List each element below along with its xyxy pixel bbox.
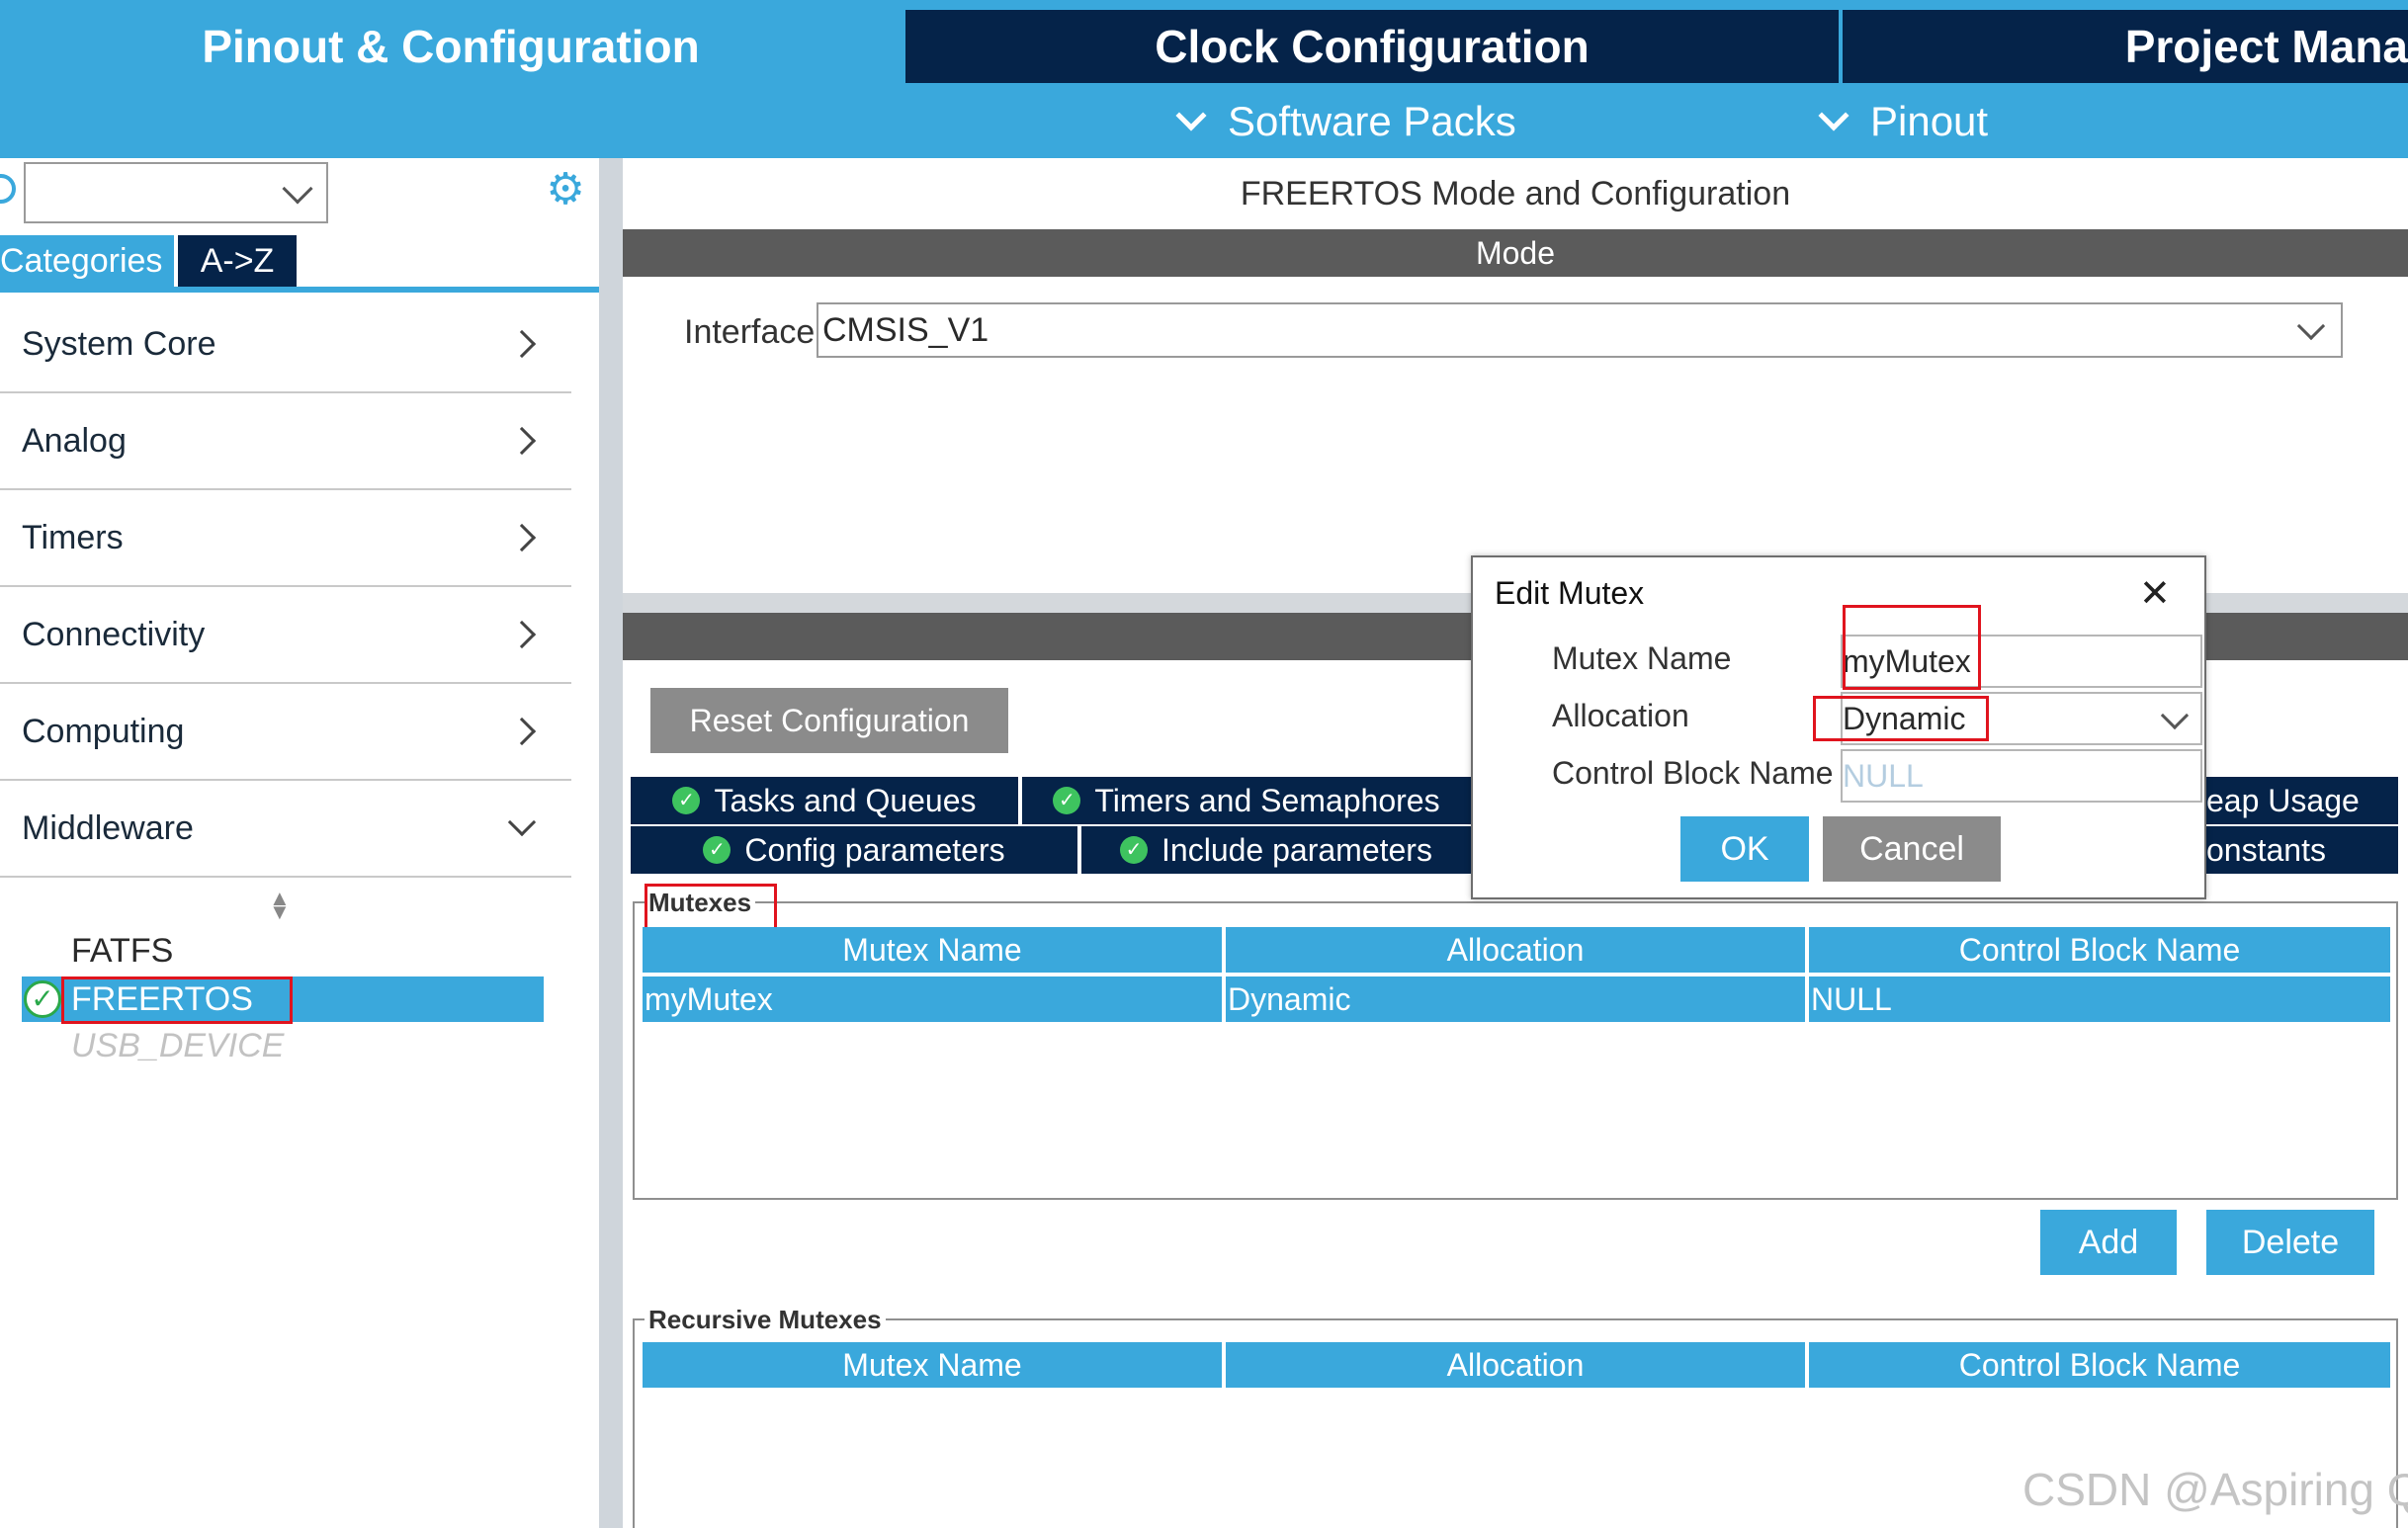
tab-a-z[interactable]: A->Z xyxy=(178,235,297,287)
tab-label: Include parameters xyxy=(1161,831,1432,868)
middleware-item-fatfs[interactable]: FATFS xyxy=(71,929,173,973)
category-connectivity[interactable]: Connectivity xyxy=(0,587,571,684)
recursive-mutexes-legend: Recursive Mutexes xyxy=(645,1305,886,1335)
chevron-down-icon xyxy=(507,807,537,837)
sort-icon[interactable]: ▲ ▼ xyxy=(269,888,291,923)
tab-timers-and-semaphores[interactable]: ✓ Timers and Semaphores xyxy=(1022,777,1471,824)
table-row-cell[interactable]: myMutex xyxy=(643,976,1222,1022)
chevron-right-icon xyxy=(507,620,537,649)
tab-label: onstants xyxy=(2206,831,2326,868)
control-block-name-label: Control Block Name xyxy=(1552,755,1834,791)
tab-categories[interactable]: Categories xyxy=(0,235,174,287)
search-combo[interactable] xyxy=(24,162,328,223)
chevron-down-icon xyxy=(2160,701,2190,730)
cancel-button[interactable]: Cancel xyxy=(1823,816,2001,882)
check-icon: ✓ xyxy=(1120,836,1149,864)
chevron-right-icon xyxy=(507,717,537,746)
tab-user-constants[interactable]: onstants xyxy=(2206,826,2398,874)
chevron-down-icon xyxy=(1175,100,1207,131)
table-row-cell[interactable]: NULL xyxy=(1809,976,2390,1022)
add-button[interactable]: Add xyxy=(2040,1210,2177,1275)
panel-divider[interactable] xyxy=(599,158,623,1528)
category-computing[interactable]: Computing xyxy=(0,684,571,781)
category-system-core[interactable]: System Core xyxy=(0,297,571,393)
chevron-right-icon xyxy=(507,426,537,456)
software-packs-label: Software Packs xyxy=(1228,98,1516,144)
tab-heap-usage[interactable]: eap Usage xyxy=(2206,777,2398,824)
column-header-control-block-name[interactable]: Control Block Name xyxy=(1809,1342,2390,1388)
column-header-mutex-name[interactable]: Mutex Name xyxy=(643,927,1222,973)
tab-config-parameters[interactable]: ✓ Config parameters xyxy=(631,826,1077,874)
category-label: Computing xyxy=(22,712,185,750)
tab-label: Config parameters xyxy=(744,831,1005,868)
interface-select[interactable]: CMSIS_V1 xyxy=(817,302,2343,358)
tab-include-parameters[interactable]: ✓ Include parameters xyxy=(1081,826,1471,874)
chevron-down-icon xyxy=(2296,311,2326,341)
close-icon[interactable]: ✕ xyxy=(2139,571,2171,616)
category-timers[interactable]: Timers xyxy=(0,490,571,587)
category-analog[interactable]: Analog xyxy=(0,393,571,490)
tab-clock-configuration[interactable]: Clock Configuration xyxy=(905,10,1839,83)
tab-project-manager[interactable]: Project Mana xyxy=(1843,10,2408,83)
edit-mutex-dialog: Edit Mutex ✕ Mutex Name myMutex Allocati… xyxy=(1471,555,2206,899)
chevron-down-icon xyxy=(282,173,313,205)
control-block-placeholder: NULL xyxy=(1843,757,1924,794)
highlight-box xyxy=(1813,696,1989,741)
category-label: Connectivity xyxy=(22,615,206,653)
control-block-name-input[interactable]: NULL xyxy=(1841,749,2202,803)
ok-button[interactable]: OK xyxy=(1680,816,1809,882)
pinout-label: Pinout xyxy=(1870,98,1989,144)
mutex-name-label: Mutex Name xyxy=(1552,640,1732,676)
watermark: CSDN @Aspiring Q xyxy=(2022,1464,2408,1515)
pinout-menu[interactable]: Pinout xyxy=(1815,91,1988,152)
tab-label: Timers and Semaphores xyxy=(1094,782,1440,818)
check-icon: ✓ xyxy=(703,836,731,864)
category-label: System Core xyxy=(22,324,216,363)
check-icon: ✓ xyxy=(24,980,61,1018)
tab-label: Tasks and Queues xyxy=(714,782,977,818)
check-icon: ✓ xyxy=(1053,787,1081,814)
column-header-allocation[interactable]: Allocation xyxy=(1226,927,1805,973)
dialog-title: Edit Mutex xyxy=(1495,575,1645,611)
category-label: Middleware xyxy=(22,808,194,847)
tab-underline xyxy=(0,287,599,293)
category-label: Timers xyxy=(22,518,124,556)
interface-label: Interface xyxy=(684,312,816,351)
column-header-allocation[interactable]: Allocation xyxy=(1226,1342,1805,1388)
table-row-cell[interactable]: Dynamic xyxy=(1226,976,1805,1022)
check-icon: ✓ xyxy=(672,787,701,814)
category-middleware[interactable]: Middleware xyxy=(0,781,571,878)
chevron-right-icon xyxy=(507,523,537,552)
chevron-right-icon xyxy=(507,329,537,359)
tab-label: eap Usage xyxy=(2206,782,2360,818)
reset-configuration-button[interactable]: Reset Configuration xyxy=(650,688,1008,753)
gear-icon[interactable]: ⚙ xyxy=(546,168,585,212)
allocation-label: Allocation xyxy=(1552,698,1689,733)
highlight-box xyxy=(1843,605,1981,690)
tab-pinout-configuration[interactable]: Pinout & Configuration xyxy=(0,10,902,83)
middleware-item-usb-device[interactable]: USB_DEVICE xyxy=(71,1024,284,1067)
software-packs-menu[interactable]: Software Packs xyxy=(1172,91,1516,152)
column-header-control-block-name[interactable]: Control Block Name xyxy=(1809,927,2390,973)
tab-tasks-and-queues[interactable]: ✓ Tasks and Queues xyxy=(631,777,1018,824)
interface-value: CMSIS_V1 xyxy=(822,310,989,349)
category-label: Analog xyxy=(22,421,127,460)
column-header-mutex-name[interactable]: Mutex Name xyxy=(643,1342,1222,1388)
delete-button[interactable]: Delete xyxy=(2206,1210,2374,1275)
page-title: FREERTOS Mode and Configuration xyxy=(1240,174,1791,212)
mode-header: Mode xyxy=(623,229,2408,277)
highlight-box xyxy=(61,976,293,1024)
chevron-down-icon xyxy=(1818,100,1849,131)
